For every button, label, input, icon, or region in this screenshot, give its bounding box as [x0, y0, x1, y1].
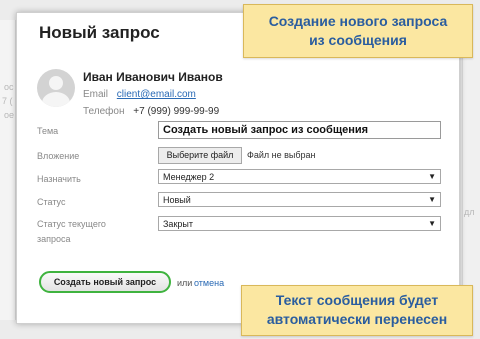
status-selected-value: Новый: [163, 195, 191, 205]
current-status-label-line1: Статус текущего: [37, 219, 106, 229]
background-right-panel: [462, 30, 480, 310]
background-text: дл: [464, 207, 475, 217]
client-email-line: Email client@email.com: [83, 89, 196, 100]
background-text: 7 (: [2, 96, 13, 106]
background-sidebar: [0, 20, 16, 320]
current-status-label-line2: запроса: [37, 234, 71, 244]
subject-input[interactable]: Создать новый запрос из сообщения: [158, 121, 441, 139]
client-phone-line: Телефон +7 (999) 999-99-99: [83, 106, 219, 117]
dropdown-arrow-icon: ▼: [428, 195, 436, 204]
file-status-text: Файл не выбран: [247, 150, 316, 160]
subject-label: Тема: [37, 126, 59, 136]
client-name: Иван Иванович Иванов: [83, 70, 223, 84]
create-request-button[interactable]: Создать новый запрос: [39, 271, 171, 293]
assign-label: Назначить: [37, 174, 81, 184]
choose-file-button[interactable]: Выберите файл: [158, 147, 242, 164]
new-request-dialog: Новый запрос Иван Иванович Иванов Email …: [16, 12, 460, 324]
annotation-callout-top: Создание нового запроса из сообщения: [243, 4, 473, 58]
email-label: Email: [83, 89, 109, 100]
status-select[interactable]: Новый ▼: [158, 192, 441, 207]
current-status-select[interactable]: Закрыт ▼: [158, 216, 441, 231]
background-text: ое: [4, 110, 15, 120]
cancel-link[interactable]: отмена: [194, 278, 224, 288]
current-status-label: Статус текущего запроса: [37, 218, 106, 245]
client-email-link[interactable]: client@email.com: [117, 89, 196, 100]
current-status-selected-value: Закрыт: [163, 219, 193, 229]
avatar-icon: [37, 69, 75, 107]
callout-top-line2: из сообщения: [309, 32, 407, 48]
background-text: ос: [4, 82, 14, 92]
dropdown-arrow-icon: ▼: [428, 219, 436, 228]
client-phone: +7 (999) 999-99-99: [133, 106, 220, 117]
callout-bottom-line1: Текст сообщения будет: [275, 292, 439, 308]
assign-select[interactable]: Менеджер 2 ▼: [158, 169, 441, 184]
status-label: Статус: [37, 197, 66, 207]
dropdown-arrow-icon: ▼: [428, 172, 436, 181]
annotation-callout-bottom: Текст сообщения будет автоматически пере…: [241, 285, 473, 336]
callout-bottom-line2: автоматически перенесен: [266, 311, 448, 327]
dialog-title: Новый запрос: [39, 23, 160, 42]
callout-top-line1: Создание нового запроса: [268, 13, 448, 29]
or-text: или: [177, 278, 193, 288]
assign-selected-value: Менеджер 2: [163, 172, 215, 182]
attachment-label: Вложение: [37, 151, 80, 161]
phone-label: Телефон: [83, 106, 125, 117]
